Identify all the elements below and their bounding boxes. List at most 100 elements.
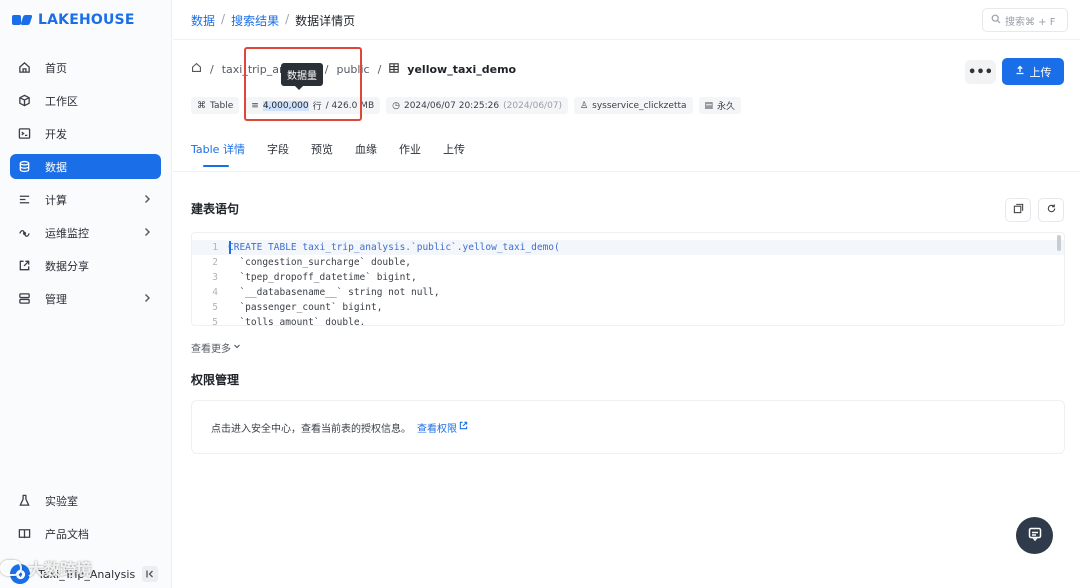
sidebar-item-data[interactable]: 数据 [10,154,161,179]
sidebar-item-data-share[interactable]: 数据分享 [10,253,161,278]
sidebar-item-label: 开发 [45,127,67,141]
top-bar: 数据 / 搜索结果 / 数据详情页 搜索⌘ + F [173,0,1080,40]
table-icon [389,62,400,76]
breadcrumb-separator: / [285,12,290,26]
breadcrumb-data[interactable]: 数据 [191,12,215,29]
code-text: CREATE TABLE taxi_trip_analysis.`public`… [228,242,560,253]
line-number: 1 [212,242,218,253]
type-chip: ⌘ Table [191,97,240,114]
tab-preview[interactable]: 预览 [311,141,333,167]
copy-button[interactable] [1005,198,1031,222]
sidebar-item-label: 工作区 [45,94,78,108]
line-number: 2 [212,257,218,268]
breadcrumb-separator: / [221,12,226,26]
sidebar-item-label: 实验室 [45,494,78,508]
table-type: Table [210,100,234,111]
line-number: 5 [212,302,218,313]
sidebar-item-label: 管理 [45,292,67,306]
home-icon [17,61,31,75]
code-scrollbar[interactable] [1057,235,1061,251]
line-number: 4 [212,287,218,298]
breadcrumb-search-results[interactable]: 搜索结果 [231,12,279,29]
sidebar-item-lab[interactable]: 实验室 [10,488,161,513]
tab-fields[interactable]: 字段 [267,141,289,167]
sidebar-item-label: 运维监控 [45,226,89,240]
chevron-right-icon[interactable] [141,226,153,238]
app-logo[interactable]: LAKEHOUSE [12,10,135,30]
global-search[interactable]: 搜索⌘ + F [982,8,1068,32]
permissions-text: 点击进入安全中心，查看当前表的授权信息。 [211,423,411,435]
code-text: `tolls_amount` double, [228,317,366,326]
upload-button[interactable]: 上传 [1002,58,1064,85]
path-separator: / [210,62,214,76]
database-icon [17,160,31,174]
code-line: 1 CREATE TABLE taxi_trip_analysis.`publi… [192,240,1064,255]
logo-text: LAKEHOUSE [38,12,135,28]
code-line: 2 `congestion_surcharge` double, [192,255,1064,270]
refresh-button[interactable] [1038,198,1064,222]
user-icon: ♙ [580,100,589,111]
more-button[interactable]: ••• [965,60,996,84]
chat-assistant-button[interactable] [1016,517,1053,554]
logo-icon [12,13,33,27]
chevron-right-icon[interactable] [141,292,153,304]
tab-upload[interactable]: 上传 [443,141,465,167]
code-line: 5 `passenger_count` bigint, [192,300,1064,315]
line-number: 3 [212,272,218,283]
detail-tabs: Table 详情 字段 预览 血缘 作业 上传 [191,141,487,167]
collapse-sidebar-icon[interactable] [142,566,158,582]
compute-icon [17,193,31,207]
sidebar-item-manage[interactable]: 管理 [10,286,161,311]
cube-icon [17,94,31,108]
search-icon [991,14,1001,27]
view-permissions-label: 查看权限 [417,423,457,435]
tab-lineage[interactable]: 血缘 [355,141,377,167]
book-icon [17,527,31,541]
see-more-link[interactable]: 查看更多 [191,340,241,355]
owner-chip: ♙ sysservice_clickzetta [574,97,693,114]
sidebar-item-label: 产品文档 [45,527,89,541]
external-link-icon [459,421,468,433]
flask-icon [17,494,31,508]
tab-table-detail[interactable]: Table 详情 [191,141,245,167]
sidebar-item-monitor[interactable]: 运维监控 [10,220,161,245]
refresh-icon [1046,203,1057,217]
breadcrumb: 数据 / 搜索结果 / 数据详情页 [191,12,355,29]
created-date: (2024/06/07) [503,100,563,111]
created-time: 2024/06/07 20:25:26 [403,100,500,111]
chevron-right-icon[interactable] [141,193,153,205]
watermark: 大数跨境 [0,556,92,580]
permissions-card: 点击进入安全中心，查看当前表的授权信息。 查看权限 [191,400,1065,454]
terminal-icon [17,127,31,141]
watermark-text: 大数跨境 [28,560,93,579]
watermark-logo-icon [0,560,22,576]
lifecycle: 永久 [717,102,736,112]
create-stmt-code[interactable]: 1 CREATE TABLE taxi_trip_analysis.`publi… [191,232,1065,326]
view-permissions-link[interactable]: 查看权限 [417,420,468,435]
sidebar-item-label: 数据分享 [45,259,89,273]
sidebar-item-label: 计算 [45,193,67,207]
sidebar-item-workspace[interactable]: 工作区 [10,88,161,113]
tab-jobs[interactable]: 作业 [399,141,421,167]
code-line: 4 `__databasename__` string not null, [192,285,1064,300]
lifecycle-chip: ▤ 永久 [698,97,742,114]
table-name: yellow_taxi_demo [407,62,517,76]
code-line: 3 `tpep_dropoff_datetime` bigint, [192,270,1064,285]
table-type-icon: ⌘ [197,100,206,111]
monitor-icon [17,226,31,240]
sidebar-item-docs[interactable]: 产品文档 [10,521,161,546]
sidebar-item-develop[interactable]: 开发 [10,121,161,146]
sidebar-item-compute[interactable]: 计算 [10,187,161,212]
sidebar-nav: 首页 工作区 开发 数据 计算 运维监控 数据分享 管理 [10,55,161,319]
home-icon[interactable] [191,62,202,76]
sidebar-item-home[interactable]: 首页 [10,55,161,80]
path-separator: / [377,62,382,76]
upload-label: 上传 [1029,65,1052,79]
chat-icon [1027,526,1043,545]
data-volume-tooltip: 数据量 [281,63,323,90]
sidebar: LAKEHOUSE 首页 工作区 开发 数据 计算 运维监控 数据分享 管理 实… [0,0,172,588]
permissions-title: 权限管理 [191,373,240,387]
copy-icon [1013,203,1024,217]
clock-icon: ◷ [392,100,400,111]
sidebar-item-label: 首页 [45,61,67,75]
